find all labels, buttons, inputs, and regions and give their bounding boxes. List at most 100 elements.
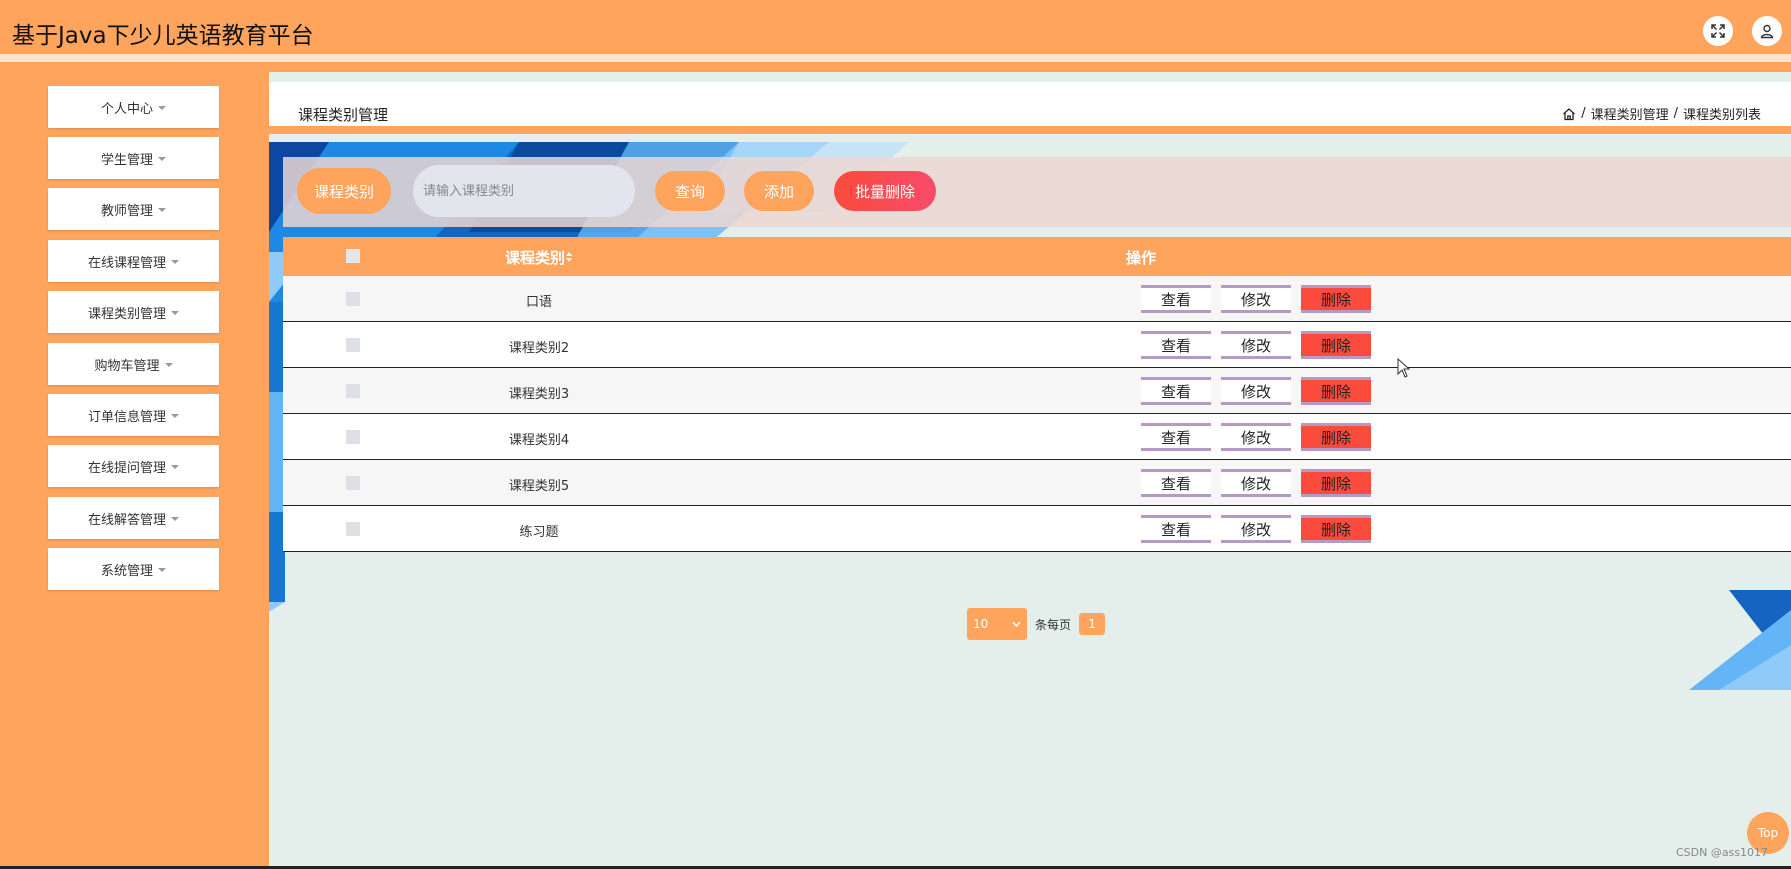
row-checkbox[interactable] xyxy=(346,292,360,306)
view-button[interactable]: 查看 xyxy=(1141,515,1211,543)
caret-down-icon xyxy=(171,260,179,264)
query-button[interactable]: 查询 xyxy=(655,171,725,211)
header-divider xyxy=(269,126,1791,134)
caret-down-icon xyxy=(158,157,166,161)
row-category: 口语 xyxy=(525,295,552,310)
row-category: 课程类别3 xyxy=(508,387,570,402)
sidebar-item-students[interactable]: 学生管理 xyxy=(48,137,219,179)
sidebar-item-cart[interactable]: 购物车管理 xyxy=(48,343,219,385)
table-row: 课程类别3 查看 修改 删除 xyxy=(283,368,1791,414)
sidebar-item-label: 订单信息管理 xyxy=(87,409,166,425)
view-button[interactable]: 查看 xyxy=(1141,377,1211,405)
table-row: 练习题 查看 修改 删除 xyxy=(283,506,1791,552)
sidebar-item-label: 系统管理 xyxy=(100,563,153,579)
add-button[interactable]: 添加 xyxy=(744,171,814,211)
select-all-checkbox[interactable] xyxy=(346,249,360,263)
table-row: 课程类别5 查看 修改 删除 xyxy=(283,460,1791,506)
breadcrumb-level2: 课程类别列表 xyxy=(1682,108,1761,123)
fullscreen-button[interactable] xyxy=(1703,16,1733,46)
column-header-actions: 操作 xyxy=(1125,249,1156,267)
view-button[interactable]: 查看 xyxy=(1141,331,1211,359)
breadcrumb-level1[interactable]: 课程类别管理 xyxy=(1591,104,1669,123)
sidebar-item-label: 课程类别管理 xyxy=(87,306,166,322)
sidebar-item-answers[interactable]: 在线解答管理 xyxy=(48,497,219,539)
row-checkbox[interactable] xyxy=(346,476,360,490)
caret-down-icon xyxy=(171,414,179,418)
sidebar-item-label: 在线解答管理 xyxy=(87,512,166,528)
delete-button[interactable]: 删除 xyxy=(1301,515,1371,543)
page-size-select[interactable]: 10 xyxy=(967,608,1027,640)
sidebar-item-teachers[interactable]: 教师管理 xyxy=(48,188,219,230)
user-icon xyxy=(1760,24,1774,39)
delete-button[interactable]: 删除 xyxy=(1301,285,1371,313)
table-header: 课程类别 操作 xyxy=(283,237,1791,276)
sidebar-item-label: 在线提问管理 xyxy=(87,460,166,476)
row-category: 课程类别4 xyxy=(508,433,570,448)
search-input[interactable] xyxy=(413,165,635,217)
sidebar-item-orders[interactable]: 订单信息管理 xyxy=(48,394,219,436)
sort-icon[interactable] xyxy=(565,251,573,263)
edit-button[interactable]: 修改 xyxy=(1221,515,1291,543)
main-content: 课程类别管理 / 课程类别管理 / 课程类别列表 课程类别 查询 添加 批量删除… xyxy=(269,72,1791,869)
per-page-label: 条每页 xyxy=(1035,617,1072,632)
decorative-corner xyxy=(1689,590,1791,690)
sidebar-item-label: 学生管理 xyxy=(100,152,153,168)
view-button[interactable]: 查看 xyxy=(1141,469,1211,497)
delete-button[interactable]: 删除 xyxy=(1301,469,1371,497)
edit-button[interactable]: 修改 xyxy=(1221,377,1291,405)
edit-button[interactable]: 修改 xyxy=(1221,285,1291,313)
delete-button[interactable]: 删除 xyxy=(1301,331,1371,359)
mouse-cursor-icon xyxy=(1397,358,1411,378)
row-checkbox[interactable] xyxy=(346,384,360,398)
page-title: 课程类别管理 xyxy=(298,106,389,124)
sidebar-item-online-courses[interactable]: 在线课程管理 xyxy=(48,240,219,282)
column-header-label: 课程类别 xyxy=(504,249,565,267)
caret-down-icon xyxy=(171,311,179,315)
column-header-category[interactable]: 课程类别 xyxy=(449,247,629,268)
sidebar-item-label: 购物车管理 xyxy=(94,358,160,374)
table-row: 课程类别2 查看 修改 删除 xyxy=(283,322,1791,368)
breadcrumb-separator: / xyxy=(1673,106,1678,121)
delete-button[interactable]: 删除 xyxy=(1301,423,1371,451)
view-button[interactable]: 查看 xyxy=(1141,285,1211,313)
page-number-current[interactable]: 1 xyxy=(1079,613,1106,635)
sidebar-item-label: 个人中心 xyxy=(100,101,153,117)
row-checkbox[interactable] xyxy=(346,522,360,536)
sidebar-item-system[interactable]: 系统管理 xyxy=(48,548,219,590)
breadcrumb-separator: / xyxy=(1581,106,1586,121)
caret-down-icon xyxy=(164,363,173,367)
app-title: 基于Java下少儿英语教育平台 xyxy=(12,23,314,49)
view-button[interactable]: 查看 xyxy=(1141,423,1211,451)
page-size-value: 10 xyxy=(973,617,989,631)
caret-down-icon xyxy=(158,568,166,572)
top-bar: 基于Java下少儿英语教育平台 xyxy=(0,0,1791,62)
batch-delete-button[interactable]: 批量删除 xyxy=(834,171,936,211)
caret-down-icon xyxy=(158,208,166,212)
sidebar-item-questions[interactable]: 在线提问管理 xyxy=(48,445,219,487)
caret-down-icon xyxy=(171,465,179,469)
watermark: CSDN @ass1017 xyxy=(1676,846,1769,859)
sidebar-item-course-categories[interactable]: 课程类别管理 xyxy=(48,291,219,333)
home-icon[interactable] xyxy=(1562,107,1576,121)
row-checkbox[interactable] xyxy=(346,338,360,352)
edit-button[interactable]: 修改 xyxy=(1221,469,1291,497)
row-category: 练习题 xyxy=(519,525,559,540)
sidebar-item-label: 在线课程管理 xyxy=(87,255,166,271)
row-checkbox[interactable] xyxy=(346,430,360,444)
page-header: 课程类别管理 / 课程类别管理 / 课程类别列表 xyxy=(269,82,1791,126)
sidebar-item-personal-center[interactable]: 个人中心 xyxy=(48,86,219,128)
caret-down-icon xyxy=(171,517,179,521)
table-row: 课程类别4 查看 修改 删除 xyxy=(283,414,1791,460)
search-label: 课程类别 xyxy=(297,168,391,214)
edit-button[interactable]: 修改 xyxy=(1221,423,1291,451)
user-button[interactable] xyxy=(1752,16,1782,46)
sidebar: 个人中心 学生管理 教师管理 在线课程管理 课程类别管理 购物车管理 订单信息管… xyxy=(0,72,269,869)
table-row: 口语 查看 修改 删除 xyxy=(283,276,1791,322)
row-category: 课程类别5 xyxy=(508,479,570,494)
chevron-down-icon xyxy=(1012,621,1021,627)
expand-icon xyxy=(1711,24,1725,38)
delete-button[interactable]: 删除 xyxy=(1301,377,1371,405)
edit-button[interactable]: 修改 xyxy=(1221,331,1291,359)
sidebar-item-label: 教师管理 xyxy=(100,203,153,219)
breadcrumb: / 课程类别管理 / 课程类别列表 xyxy=(1562,104,1761,123)
